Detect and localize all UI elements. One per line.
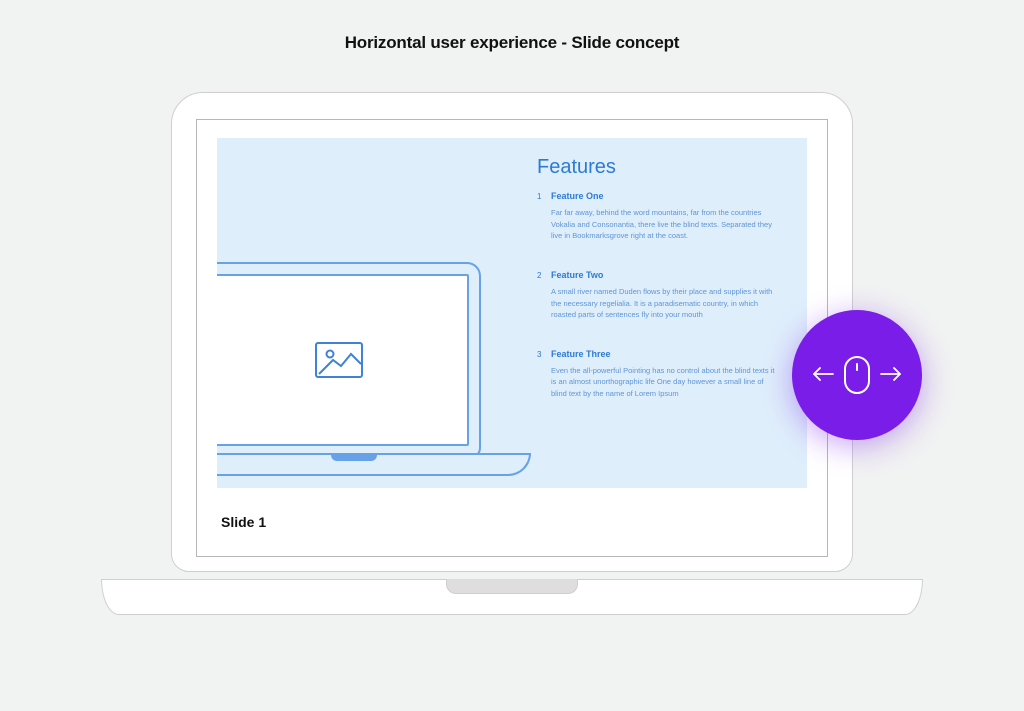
laptop-mockup: Features 1 Feature One Far far away, beh… [171, 92, 853, 572]
arrow-left-icon [812, 367, 834, 384]
features-column: Features 1 Feature One Far far away, beh… [537, 156, 777, 428]
mouse-scroll-icon [844, 356, 870, 394]
mini-laptop-body [217, 262, 481, 458]
page-heading: Horizontal user experience - Slide conce… [0, 33, 1024, 53]
slide-canvas[interactable]: Features 1 Feature One Far far away, beh… [217, 138, 807, 488]
image-placeholder-icon [315, 342, 363, 378]
feature-item-1: 1 Feature One Far far away, behind the w… [537, 191, 777, 242]
feature-item-2: 2 Feature Two A small river named Duden … [537, 270, 777, 321]
feature-body: Far far away, behind the word mountains,… [551, 207, 777, 242]
mini-laptop-screen [217, 274, 469, 446]
arrow-right-icon [880, 367, 902, 384]
feature-number: 1 [537, 192, 541, 201]
slide-label: Slide 1 [221, 514, 266, 530]
feature-body: Even the all-powerful Pointing has no co… [551, 365, 777, 400]
mini-laptop-base [217, 453, 531, 476]
feature-title: Feature One [551, 191, 777, 201]
feature-title: Feature Two [551, 270, 777, 280]
mini-laptop-notch [331, 453, 377, 461]
feature-title: Feature Three [551, 349, 777, 359]
features-title: Features [537, 156, 777, 179]
feature-number: 3 [537, 350, 541, 359]
feature-number: 2 [537, 271, 541, 280]
slide-illustration-laptop [217, 256, 517, 486]
laptop-screen: Features 1 Feature One Far far away, beh… [196, 119, 828, 557]
horizontal-scroll-indicator[interactable] [792, 310, 922, 440]
laptop-base [101, 579, 923, 615]
laptop-hinge-notch [446, 579, 578, 594]
feature-item-3: 3 Feature Three Even the all-powerful Po… [537, 349, 777, 400]
feature-body: A small river named Duden flows by their… [551, 286, 777, 321]
